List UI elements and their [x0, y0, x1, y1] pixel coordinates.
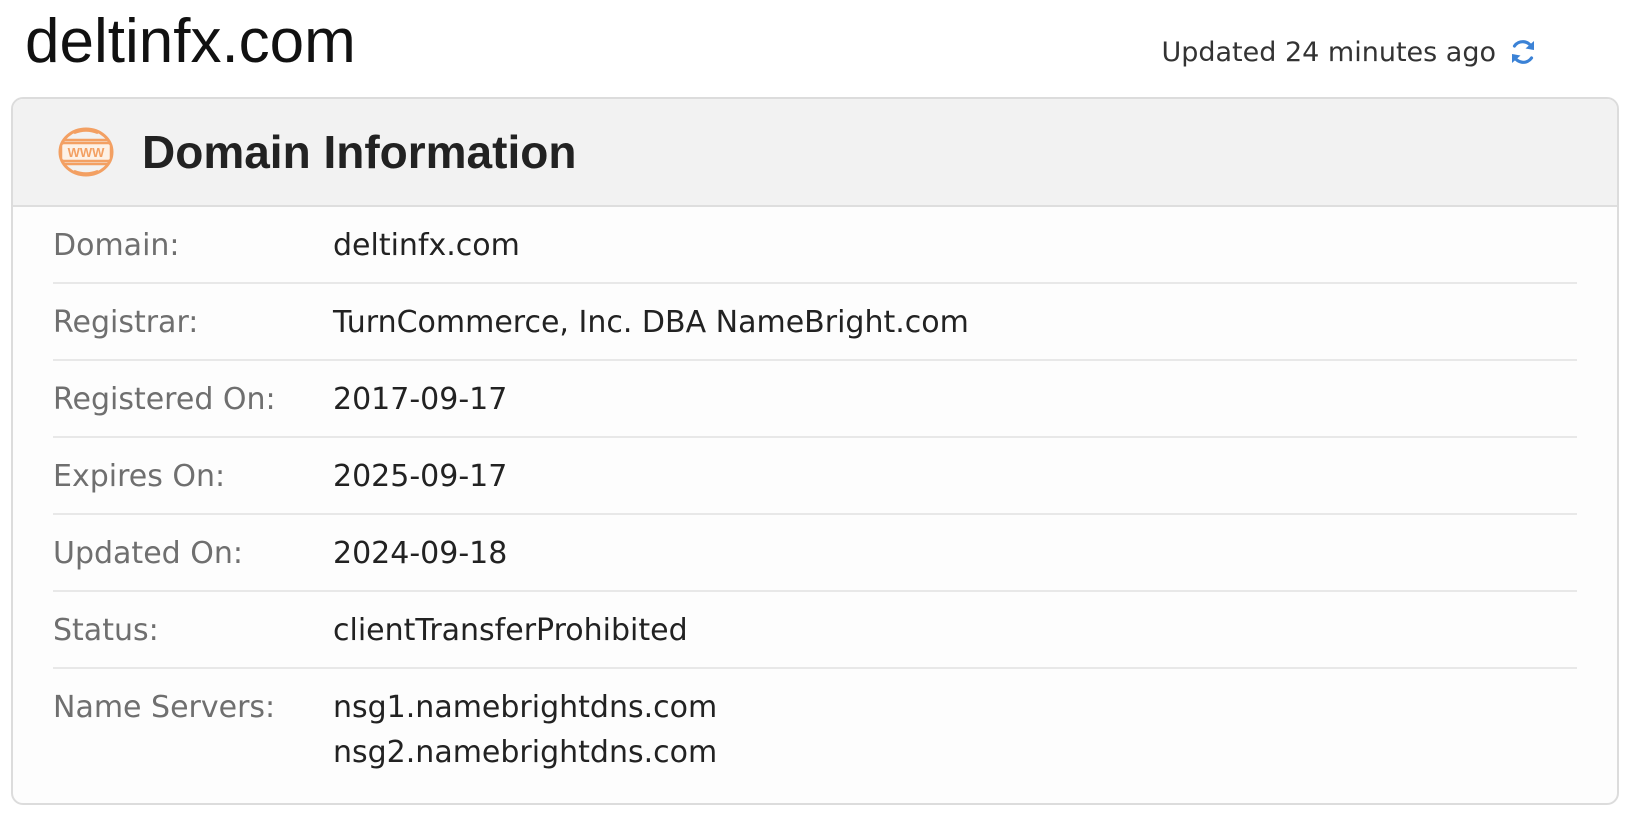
updated-timestamp: Updated 24 minutes ago: [1161, 36, 1496, 68]
updated-on-label: Updated On:: [53, 536, 243, 571]
page-header: deltinfx.com Updated 24 minutes ago: [0, 0, 1632, 92]
domain-info-list: Domain: deltinfx.com Registrar: TurnComm…: [13, 207, 1617, 775]
domain-information-card: WWW Domain Information Domain: deltinfx.…: [11, 97, 1619, 805]
card-header: WWW Domain Information: [13, 99, 1617, 207]
refresh-icon: [1512, 40, 1534, 64]
info-row-expires-on: Expires On: 2025-09-17: [53, 438, 1577, 515]
info-row-status: Status: clientTransferProhibited: [53, 592, 1577, 669]
status-label: Status:: [53, 613, 159, 648]
registered-on-value: 2017-09-17: [333, 382, 508, 417]
expires-on-label: Expires On:: [53, 459, 226, 494]
card-title: Domain Information: [142, 126, 577, 178]
name-servers-list: nsg1.namebrightdns.com nsg2.namebrightdn…: [333, 690, 718, 775]
svg-text:WWW: WWW: [68, 145, 106, 160]
info-row-domain: Domain: deltinfx.com: [53, 207, 1577, 284]
domain-label: Domain:: [53, 228, 180, 263]
name-servers-label: Name Servers:: [53, 690, 276, 725]
registrar-value: TurnCommerce, Inc. DBA NameBright.com: [333, 305, 969, 340]
name-server-item: nsg2.namebrightdns.com: [333, 735, 718, 770]
update-status: Updated 24 minutes ago: [1161, 34, 1540, 70]
info-row-updated-on: Updated On: 2024-09-18: [53, 515, 1577, 592]
info-row-registered-on: Registered On: 2017-09-17: [53, 361, 1577, 438]
domain-value: deltinfx.com: [333, 228, 520, 263]
registered-on-label: Registered On:: [53, 382, 276, 417]
refresh-button[interactable]: [1506, 35, 1540, 69]
status-value: clientTransferProhibited: [333, 613, 688, 648]
registrar-label: Registrar:: [53, 305, 199, 340]
name-server-item: nsg1.namebrightdns.com: [333, 690, 718, 725]
info-row-name-servers: Name Servers: nsg1.namebrightdns.com nsg…: [53, 669, 1577, 775]
info-row-registrar: Registrar: TurnCommerce, Inc. DBA NameBr…: [53, 284, 1577, 361]
page-title: deltinfx.com: [25, 7, 356, 76]
expires-on-value: 2025-09-17: [333, 459, 508, 494]
updated-on-value: 2024-09-18: [333, 536, 508, 571]
www-globe-icon: WWW: [58, 127, 114, 177]
